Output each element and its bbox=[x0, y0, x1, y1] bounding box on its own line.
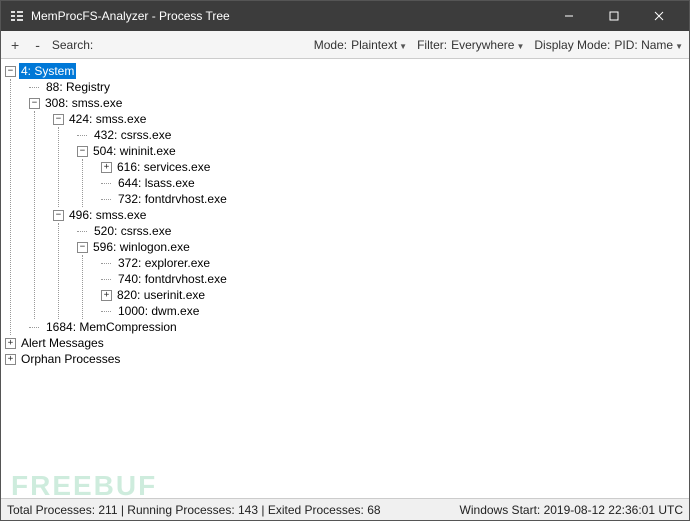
toolbar: + - Search: Mode: Plaintext▼ Filter: Eve… bbox=[1, 31, 689, 59]
app-icon bbox=[9, 8, 25, 24]
tree-node-label[interactable]: 740: fontdrvhost.exe bbox=[116, 271, 229, 287]
chevron-down-icon: ▼ bbox=[675, 42, 683, 51]
tree-node-label[interactable]: Orphan Processes bbox=[19, 351, 122, 367]
process-tree[interactable]: −4: System88: Registry−308: smss.exe−424… bbox=[1, 59, 689, 498]
filter-dropdown[interactable]: Everywhere▼ bbox=[451, 38, 524, 52]
tree-node[interactable]: 432: csrss.exe bbox=[77, 127, 689, 143]
expand-icon[interactable]: + bbox=[101, 290, 112, 301]
tree-node[interactable]: −424: smss.exe bbox=[53, 111, 689, 127]
tree-node-label[interactable]: 432: csrss.exe bbox=[92, 127, 173, 143]
close-button[interactable] bbox=[636, 1, 681, 31]
collapse-icon[interactable]: − bbox=[5, 66, 16, 77]
tree-node[interactable]: −496: smss.exe bbox=[53, 207, 689, 223]
tree-node[interactable]: +616: services.exe bbox=[101, 159, 689, 175]
tree-node[interactable]: 88: Registry bbox=[29, 79, 689, 95]
collapse-icon[interactable]: − bbox=[77, 242, 88, 253]
tree-node-label[interactable]: 1684: MemCompression bbox=[44, 319, 179, 335]
tree-connector bbox=[77, 135, 87, 136]
display-mode-label: Display Mode: bbox=[532, 38, 612, 52]
display-mode-dropdown[interactable]: PID: Name▼ bbox=[614, 38, 683, 52]
tree-connector bbox=[101, 199, 111, 200]
tree-node-label[interactable]: 504: wininit.exe bbox=[91, 143, 178, 159]
search-label: Search: bbox=[50, 38, 95, 52]
status-right: Windows Start: 2019-08-12 22:36:01 UTC bbox=[460, 503, 683, 517]
mode-label: Mode: bbox=[312, 38, 349, 52]
tree-node[interactable]: 644: lsass.exe bbox=[101, 175, 689, 191]
chevron-down-icon: ▼ bbox=[399, 42, 407, 51]
tree-node-label[interactable]: 644: lsass.exe bbox=[116, 175, 197, 191]
tree-node-label[interactable]: 520: csrss.exe bbox=[92, 223, 173, 239]
tree-node-label[interactable]: 1000: dwm.exe bbox=[116, 303, 201, 319]
tree-node[interactable]: 520: csrss.exe bbox=[77, 223, 689, 239]
tree-connector bbox=[101, 279, 111, 280]
tree-node-label[interactable]: 596: winlogon.exe bbox=[91, 239, 192, 255]
window-title: MemProcFS-Analyzer - Process Tree bbox=[31, 9, 546, 23]
tree-connector bbox=[29, 327, 39, 328]
tree-node[interactable]: 1684: MemCompression bbox=[29, 319, 689, 335]
expand-all-button[interactable]: + bbox=[5, 35, 25, 55]
tree-node[interactable]: 1000: dwm.exe bbox=[101, 303, 689, 319]
tree-node[interactable]: −4: System bbox=[5, 63, 689, 79]
watermark-text: FREEBUF bbox=[11, 478, 157, 494]
tree-node-label[interactable]: 616: services.exe bbox=[115, 159, 212, 175]
expand-icon[interactable]: + bbox=[5, 338, 16, 349]
tree-connector bbox=[101, 183, 111, 184]
collapse-icon[interactable]: − bbox=[29, 98, 40, 109]
tree-node-label[interactable]: 424: smss.exe bbox=[67, 111, 148, 127]
mode-dropdown[interactable]: Plaintext▼ bbox=[351, 38, 407, 52]
tree-node[interactable]: 372: explorer.exe bbox=[101, 255, 689, 271]
collapse-icon[interactable]: − bbox=[77, 146, 88, 157]
title-bar: MemProcFS-Analyzer - Process Tree bbox=[1, 1, 689, 31]
mode-value: Plaintext bbox=[351, 38, 397, 52]
collapse-all-button[interactable]: - bbox=[29, 35, 46, 55]
tree-connector bbox=[101, 311, 111, 312]
tree-node-label[interactable]: Alert Messages bbox=[19, 335, 106, 351]
tree-node-label[interactable]: 732: fontdrvhost.exe bbox=[116, 191, 229, 207]
collapse-icon[interactable]: − bbox=[53, 210, 64, 221]
tree-node[interactable]: −504: wininit.exe bbox=[77, 143, 689, 159]
tree-connector bbox=[101, 263, 111, 264]
expand-icon[interactable]: + bbox=[101, 162, 112, 173]
collapse-icon[interactable]: − bbox=[53, 114, 64, 125]
search-input[interactable] bbox=[97, 38, 157, 52]
tree-node[interactable]: 732: fontdrvhost.exe bbox=[101, 191, 689, 207]
tree-node-label[interactable]: 372: explorer.exe bbox=[116, 255, 212, 271]
tree-node-label[interactable]: 4: System bbox=[19, 63, 76, 79]
tree-node[interactable]: 740: fontdrvhost.exe bbox=[101, 271, 689, 287]
filter-value: Everywhere bbox=[451, 38, 514, 52]
status-bar: Total Processes: 211 | Running Processes… bbox=[1, 498, 689, 520]
filter-label: Filter: bbox=[415, 38, 449, 52]
maximize-button[interactable] bbox=[591, 1, 636, 31]
display-mode-value: PID: Name bbox=[614, 38, 673, 52]
tree-node[interactable]: +Orphan Processes bbox=[5, 351, 689, 367]
tree-connector bbox=[29, 87, 39, 88]
tree-node-label[interactable]: 820: userinit.exe bbox=[115, 287, 207, 303]
status-left: Total Processes: 211 | Running Processes… bbox=[7, 503, 381, 517]
tree-node-label[interactable]: 496: smss.exe bbox=[67, 207, 148, 223]
tree-node[interactable]: +Alert Messages bbox=[5, 335, 689, 351]
tree-node[interactable]: −596: winlogon.exe bbox=[77, 239, 689, 255]
tree-connector bbox=[77, 231, 87, 232]
tree-node-label[interactable]: 308: smss.exe bbox=[43, 95, 124, 111]
tree-node[interactable]: −308: smss.exe bbox=[29, 95, 689, 111]
minimize-button[interactable] bbox=[546, 1, 591, 31]
tree-node[interactable]: +820: userinit.exe bbox=[101, 287, 689, 303]
expand-icon[interactable]: + bbox=[5, 354, 16, 365]
chevron-down-icon: ▼ bbox=[516, 42, 524, 51]
tree-node-label[interactable]: 88: Registry bbox=[44, 79, 112, 95]
